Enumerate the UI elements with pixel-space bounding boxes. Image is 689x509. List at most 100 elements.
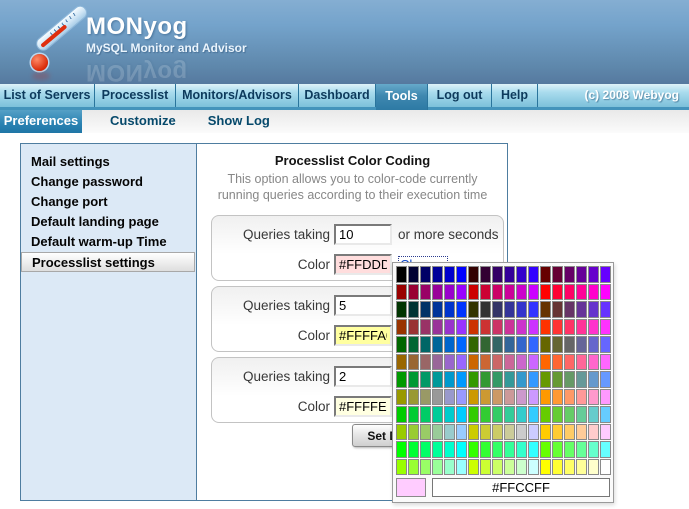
palette-swatch[interactable] [444, 266, 455, 283]
palette-swatch[interactable] [468, 389, 479, 406]
nav-tab-tools[interactable]: Tools [376, 84, 428, 110]
palette-swatch[interactable] [588, 424, 599, 441]
palette-swatch[interactable] [576, 424, 587, 441]
palette-swatch[interactable] [492, 266, 503, 283]
seconds-input-1[interactable] [334, 224, 392, 245]
palette-swatch[interactable] [540, 354, 551, 371]
palette-swatch[interactable] [420, 336, 431, 353]
palette-swatch[interactable] [552, 424, 563, 441]
palette-swatch[interactable] [396, 424, 407, 441]
palette-swatch[interactable] [468, 301, 479, 318]
palette-swatch[interactable] [408, 389, 419, 406]
subnav-tab-show-log[interactable]: Show Log [192, 110, 286, 133]
palette-swatch[interactable] [516, 459, 527, 476]
palette-swatch[interactable] [552, 406, 563, 423]
palette-swatch[interactable] [408, 266, 419, 283]
palette-swatch[interactable] [564, 266, 575, 283]
palette-swatch[interactable] [516, 266, 527, 283]
palette-swatch[interactable] [576, 406, 587, 423]
palette-swatch[interactable] [420, 354, 431, 371]
palette-swatch[interactable] [552, 336, 563, 353]
palette-swatch[interactable] [468, 336, 479, 353]
palette-swatch[interactable] [432, 424, 443, 441]
palette-swatch[interactable] [408, 336, 419, 353]
palette-swatch[interactable] [492, 354, 503, 371]
palette-swatch[interactable] [540, 424, 551, 441]
sidebar-item-change-password[interactable]: Change password [21, 172, 196, 192]
palette-swatch[interactable] [600, 301, 611, 318]
palette-swatch[interactable] [516, 371, 527, 388]
palette-swatch[interactable] [516, 441, 527, 458]
palette-swatch[interactable] [492, 441, 503, 458]
palette-swatch[interactable] [456, 319, 467, 336]
palette-swatch[interactable] [408, 441, 419, 458]
palette-swatch[interactable] [540, 406, 551, 423]
palette-swatch[interactable] [576, 441, 587, 458]
palette-swatch[interactable] [600, 336, 611, 353]
palette-swatch[interactable] [588, 301, 599, 318]
palette-swatch[interactable] [528, 319, 539, 336]
palette-swatch[interactable] [504, 389, 515, 406]
palette-swatch[interactable] [528, 371, 539, 388]
sidebar-item-mail-settings[interactable]: Mail settings [21, 152, 196, 172]
palette-swatch[interactable] [588, 459, 599, 476]
palette-swatch[interactable] [444, 319, 455, 336]
palette-swatch[interactable] [396, 284, 407, 301]
palette-swatch[interactable] [432, 266, 443, 283]
palette-swatch[interactable] [420, 441, 431, 458]
palette-swatch[interactable] [408, 354, 419, 371]
palette-swatch[interactable] [444, 389, 455, 406]
palette-swatch[interactable] [432, 284, 443, 301]
color-value-input-1[interactable] [334, 254, 392, 275]
palette-swatch[interactable] [600, 371, 611, 388]
nav-tab-log-out[interactable]: Log out [428, 84, 492, 107]
palette-swatch[interactable] [528, 389, 539, 406]
palette-swatch[interactable] [588, 441, 599, 458]
palette-swatch[interactable] [468, 441, 479, 458]
palette-swatch[interactable] [600, 441, 611, 458]
palette-swatch[interactable] [456, 284, 467, 301]
palette-swatch[interactable] [588, 319, 599, 336]
palette-swatch[interactable] [492, 459, 503, 476]
subnav-tab-customize[interactable]: Customize [94, 110, 192, 133]
palette-swatch[interactable] [552, 441, 563, 458]
palette-swatch[interactable] [564, 459, 575, 476]
palette-swatch[interactable] [396, 389, 407, 406]
palette-swatch[interactable] [588, 284, 599, 301]
palette-swatch[interactable] [456, 371, 467, 388]
palette-swatch[interactable] [516, 319, 527, 336]
palette-swatch[interactable] [564, 371, 575, 388]
palette-swatch[interactable] [576, 459, 587, 476]
palette-swatch[interactable] [528, 284, 539, 301]
palette-swatch[interactable] [492, 319, 503, 336]
palette-swatch[interactable] [576, 371, 587, 388]
palette-swatch[interactable] [504, 424, 515, 441]
palette-swatch[interactable] [504, 459, 515, 476]
palette-swatch[interactable] [408, 406, 419, 423]
palette-swatch[interactable] [564, 424, 575, 441]
palette-swatch[interactable] [444, 371, 455, 388]
palette-swatch[interactable] [468, 406, 479, 423]
palette-swatch[interactable] [480, 459, 491, 476]
palette-swatch[interactable] [564, 389, 575, 406]
palette-swatch[interactable] [444, 354, 455, 371]
palette-swatch[interactable] [516, 354, 527, 371]
palette-swatch[interactable] [564, 354, 575, 371]
palette-swatch[interactable] [432, 441, 443, 458]
palette-swatch[interactable] [408, 284, 419, 301]
palette-swatch[interactable] [408, 301, 419, 318]
palette-swatch[interactable] [444, 301, 455, 318]
palette-swatch[interactable] [480, 354, 491, 371]
palette-swatch[interactable] [396, 301, 407, 318]
palette-swatch[interactable] [516, 284, 527, 301]
palette-swatch[interactable] [552, 371, 563, 388]
palette-swatch[interactable] [396, 354, 407, 371]
palette-swatch[interactable] [492, 371, 503, 388]
palette-swatch[interactable] [420, 459, 431, 476]
palette-swatch[interactable] [552, 301, 563, 318]
palette-swatch[interactable] [444, 336, 455, 353]
sidebar-item-processlist-settings[interactable]: Processlist settings [21, 252, 195, 272]
palette-swatch[interactable] [396, 406, 407, 423]
palette-swatch[interactable] [552, 389, 563, 406]
palette-swatch[interactable] [480, 301, 491, 318]
